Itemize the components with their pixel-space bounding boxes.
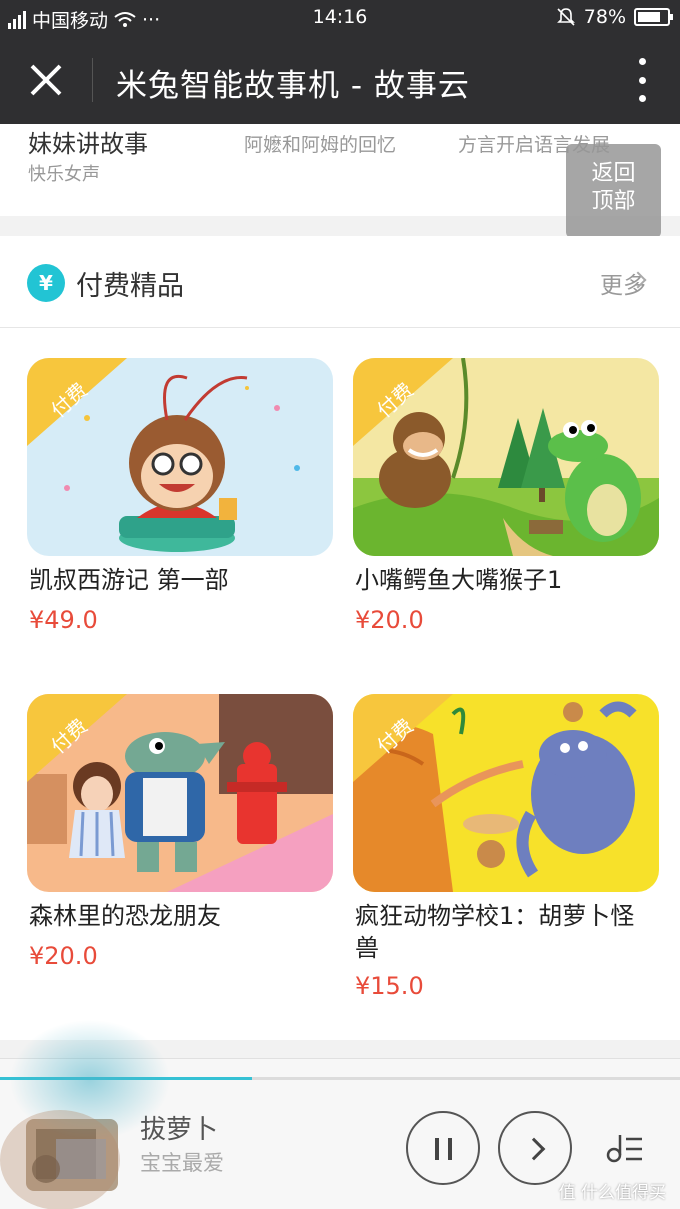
product-cover: 付费 [353,358,659,556]
playlist-icon [606,1135,642,1163]
product-price: ¥49.0 [29,606,98,634]
strip-item-title[interactable]: 妹妹讲故事 [28,124,148,159]
title-bar: 米兔智能故事机 - 故事云 [0,36,680,124]
next-icon [522,1137,546,1161]
track-cover[interactable] [26,1119,118,1191]
product-name: 森林里的恐龙朋友 [29,902,221,930]
section-gap [0,1040,680,1058]
back-to-top-line2: 顶部 [591,189,636,214]
status-bar: 中国移动 ··· 14:16 78% [0,0,680,36]
playback-progress[interactable] [0,1077,680,1080]
product-cover: 付费 [27,694,333,892]
strip-item-subtitle: 快乐女声 [28,164,100,185]
section-header: ¥ 付费精品 更多 [0,236,680,328]
product-name: 疯狂动物学校1：胡萝卜怪兽 [355,902,635,962]
close-button[interactable] [20,54,72,106]
track-subtitle: 宝宝最爱 [140,1151,224,1175]
back-to-top-line1: 返回 [591,161,636,186]
product-card[interactable]: 付费 小嘴鳄鱼大嘴猴子1 ¥20.0 [353,358,659,648]
product-card[interactable]: 付费 疯狂动物学校1：胡萝卜怪兽 ¥15.0 [353,694,659,1014]
title-divider [92,58,93,102]
product-price: ¥20.0 [29,942,98,970]
close-icon [30,64,62,96]
pause-icon [435,1138,439,1160]
paid-section: ¥ 付费精品 更多 付费 凯叔西游记 第一部 ¥49.0 付费 小嘴鳄鱼大嘴猴子… [0,236,680,1040]
track-title: 拔萝卜 [140,1115,219,1145]
mini-player: 拔萝卜 宝宝最爱 值 什么值得买 [0,1058,680,1209]
watermark: 值 什么值得买 [558,1183,666,1203]
battery-icon [634,8,673,26]
back-to-top-button[interactable]: 返回 顶部 [566,144,661,238]
more-menu-button[interactable] [632,58,652,102]
product-cover: 付费 [27,358,333,556]
pause-button[interactable] [406,1111,480,1185]
yen-icon: ¥ [27,264,65,302]
product-price: ¥20.0 [355,606,424,634]
playback-progress-fill [0,1077,252,1080]
product-card[interactable]: 付费 凯叔西游记 第一部 ¥49.0 [27,358,333,648]
product-name: 凯叔西游记 第一部 [29,566,229,594]
mute-bell-icon [556,8,575,26]
product-name: 小嘴鳄鱼大嘴猴子1 [355,566,563,594]
product-price: ¥15.0 [355,972,424,1000]
product-card[interactable]: 付费 森林里的恐龙朋友 ¥20.0 [27,694,333,984]
strip-item-title[interactable]: 阿嬷和阿姆的回忆 [244,130,396,157]
status-right: 78% [556,6,673,28]
playlist-button[interactable] [606,1131,646,1165]
battery-percent: 78% [583,6,626,28]
product-cover: 付费 [353,694,659,892]
page-title: 米兔智能故事机 - 故事云 [116,68,470,104]
section-title: 付费精品 [76,271,184,302]
next-track-button[interactable] [498,1111,572,1185]
